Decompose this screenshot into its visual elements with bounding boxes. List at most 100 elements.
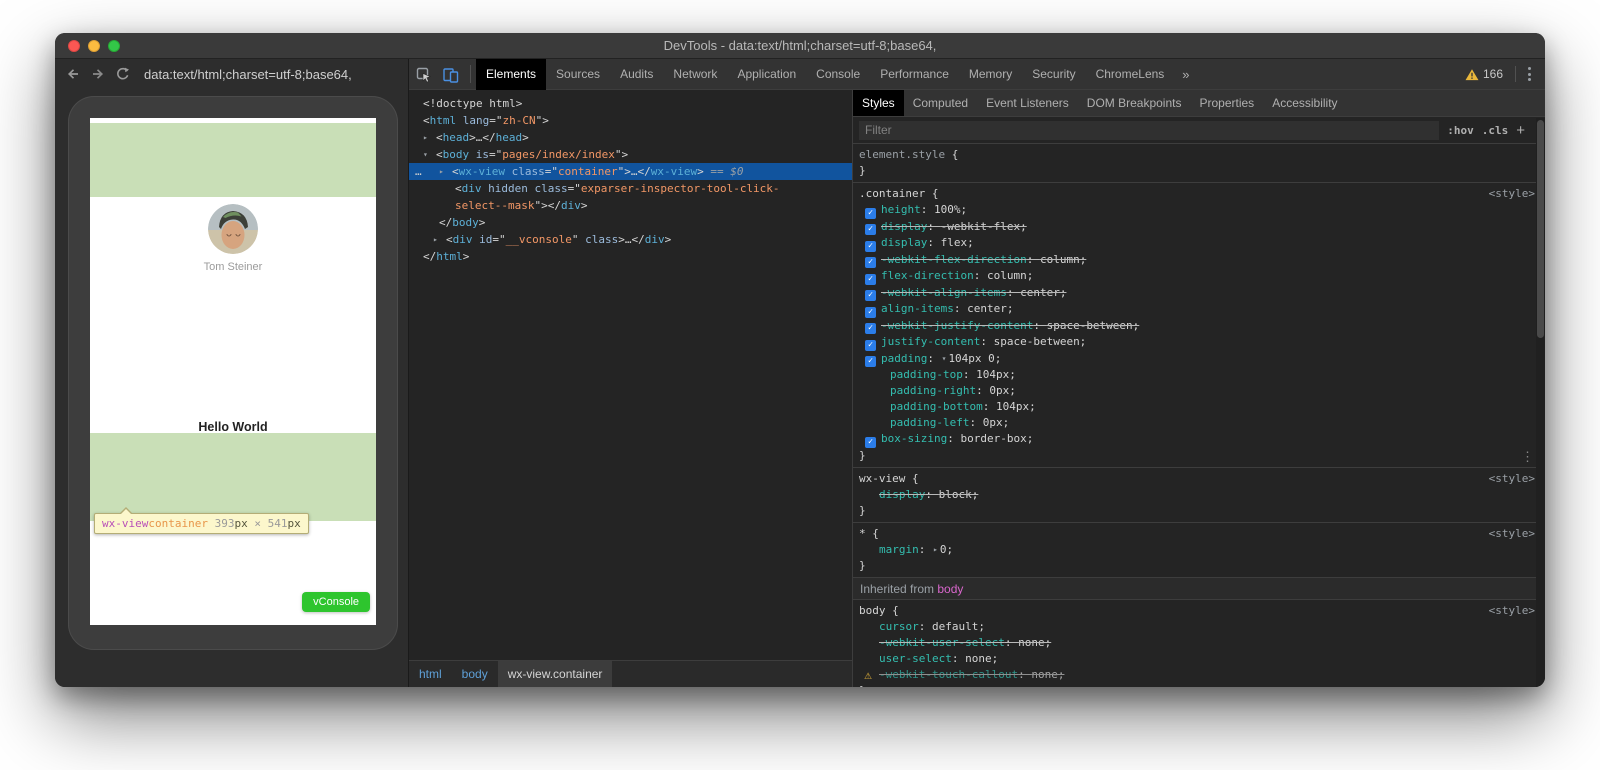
property-checkbox[interactable]: ✓ <box>865 307 876 318</box>
styles-tab-styles[interactable]: Styles <box>853 90 904 116</box>
css-property-row[interactable]: cursor: default; <box>859 619 1539 635</box>
breadcrumb-item[interactable]: body <box>452 661 498 687</box>
tab-security[interactable]: Security <box>1022 59 1085 90</box>
devtools-window: DevTools - data:text/html;charset=utf-8;… <box>55 33 1545 687</box>
tab-sources[interactable]: Sources <box>546 59 610 90</box>
dom-tree-line[interactable]: select--mask"></div> <box>409 197 852 214</box>
more-menu-icon[interactable] <box>1515 66 1545 82</box>
dom-tree-line[interactable]: ▸<head>…</head> <box>409 129 852 146</box>
styles-tab-event-listeners[interactable]: Event Listeners <box>977 90 1078 116</box>
styles-tab-accessibility[interactable]: Accessibility <box>1263 90 1346 116</box>
css-property-row[interactable]: padding-top: 104px; <box>859 367 1539 383</box>
scrollbar-thumb[interactable] <box>1537 120 1544 338</box>
css-property-row[interactable]: ✓display: flex; <box>859 235 1539 252</box>
breadcrumb-item[interactable]: wx-view.container <box>498 661 613 687</box>
tooltip-unit: px <box>234 517 247 530</box>
breadcrumb-item[interactable]: html <box>409 661 452 687</box>
css-property-row[interactable]: ⚠-webkit-touch-callout: none; <box>859 667 1539 683</box>
property-checkbox[interactable]: ✓ <box>865 340 876 351</box>
property-checkbox[interactable]: ✓ <box>865 290 876 301</box>
dom-tree-line[interactable]: ▸<div id="__vconsole" class>…</div> <box>409 231 852 248</box>
element-classes-button[interactable]: .cls <box>1482 124 1509 137</box>
avatar-image <box>208 204 258 254</box>
tabs-overflow-chevron[interactable]: » <box>1174 67 1197 82</box>
warnings-badge[interactable]: 166 <box>1455 67 1513 81</box>
new-style-rule-button[interactable]: + <box>1516 122 1525 139</box>
styles-tab-dom-breakpoints[interactable]: DOM Breakpoints <box>1078 90 1191 116</box>
tab-audits[interactable]: Audits <box>610 59 663 90</box>
css-property-row[interactable]: padding-left: 0px; <box>859 415 1539 431</box>
tab-application[interactable]: Application <box>727 59 806 90</box>
styles-tab-properties[interactable]: Properties <box>1190 90 1263 116</box>
devtools-toolbar: ElementsSourcesAuditsNetworkApplicationC… <box>409 59 1545 90</box>
browser-pane: data:text/html;charset=utf-8;base64, <box>55 59 408 687</box>
devtools-pane: ElementsSourcesAuditsNetworkApplicationC… <box>408 59 1545 687</box>
css-property-row[interactable]: -webkit-user-select: none; <box>859 635 1539 651</box>
css-property-row[interactable]: ✓flex-direction: column; <box>859 268 1539 285</box>
style-origin-link[interactable]: <style> <box>1489 604 1535 617</box>
address-bar[interactable]: data:text/html;charset=utf-8;base64, <box>144 67 352 82</box>
tab-elements[interactable]: Elements <box>476 59 546 90</box>
breadcrumb: htmlbodywx-view.container <box>409 660 852 687</box>
inherited-body-link[interactable]: body <box>937 582 963 596</box>
dom-tree-line[interactable]: …▸<wx-view class="container">…</wx-view>… <box>409 163 852 180</box>
property-checkbox[interactable]: ✓ <box>865 241 876 252</box>
css-property-row[interactable]: ✓align-items: center; <box>859 301 1539 318</box>
tab-console[interactable]: Console <box>806 59 870 90</box>
css-property-row[interactable]: ✓box-sizing: border-box; <box>859 431 1539 448</box>
rule-overflow-menu-icon[interactable]: ⋮ <box>1521 452 1534 464</box>
toggle-element-state-button[interactable]: :hov <box>1447 124 1474 137</box>
css-property-row[interactable]: user-select: none; <box>859 651 1539 667</box>
css-property-row[interactable]: ✓-webkit-justify-content: space-between; <box>859 318 1539 335</box>
style-origin-link[interactable]: <style> <box>1489 527 1535 540</box>
property-checkbox[interactable]: ✓ <box>865 257 876 268</box>
css-property-row[interactable]: ✓padding: ▾104px 0; <box>859 351 1539 368</box>
tooltip-width: 393 <box>215 517 235 530</box>
tab-memory[interactable]: Memory <box>959 59 1022 90</box>
style-origin-link[interactable]: <style> <box>1489 472 1535 485</box>
back-icon[interactable] <box>65 66 81 82</box>
device-toolbar-icon[interactable] <box>437 59 465 90</box>
css-property-row[interactable]: margin: ▸0; <box>859 542 1539 558</box>
property-checkbox[interactable]: ✓ <box>865 323 876 334</box>
inspect-tooltip: wx-viewcontainer 393px × 541px <box>94 513 309 534</box>
css-property-row[interactable]: display: block; <box>859 487 1539 503</box>
tab-network[interactable]: Network <box>663 59 727 90</box>
style-origin-link[interactable]: <style> <box>1489 187 1535 200</box>
dom-tree-line[interactable]: </body> <box>409 214 852 231</box>
css-property-row[interactable]: ✓height: 100%; <box>859 202 1539 219</box>
dom-tree: <!doctype html><html lang="zh-CN">▸<head… <box>409 90 852 660</box>
property-checkbox[interactable]: ✓ <box>865 356 876 367</box>
device-screen: Tom Steiner Hello World wx-viewcontainer… <box>90 118 376 625</box>
style-rule: body {<style>cursor: default;-webkit-use… <box>853 600 1545 688</box>
dom-tree-line[interactable]: <div hidden class="exparser-inspector-to… <box>409 180 852 197</box>
css-property-row[interactable]: ✓display: -webkit-flex; <box>859 219 1539 236</box>
styles-tab-computed[interactable]: Computed <box>904 90 977 116</box>
css-property-row[interactable]: ✓justify-content: space-between; <box>859 334 1539 351</box>
forward-icon[interactable] <box>90 66 106 82</box>
warning-icon <box>1465 68 1479 81</box>
styles-scrollbar[interactable] <box>1536 118 1545 687</box>
css-property-row[interactable]: padding-right: 0px; <box>859 383 1539 399</box>
styles-filter-row: :hov .cls + <box>853 117 1545 144</box>
dom-tree-line[interactable]: </html> <box>409 248 852 265</box>
style-rule: element.style {} <box>853 144 1545 183</box>
styles-rules: element.style {}.container {<style>✓heig… <box>853 144 1545 687</box>
styles-filter-input[interactable] <box>859 121 1439 140</box>
property-checkbox[interactable]: ✓ <box>865 224 876 235</box>
tab-performance[interactable]: Performance <box>870 59 959 90</box>
style-rule: .container {<style>✓height: 100%;✓displa… <box>853 183 1545 468</box>
css-property-row[interactable]: ✓-webkit-align-items: center; <box>859 285 1539 302</box>
css-property-row[interactable]: ✓-webkit-flex-direction: column; <box>859 252 1539 269</box>
property-checkbox[interactable]: ✓ <box>865 208 876 219</box>
reload-icon[interactable] <box>115 66 131 82</box>
property-checkbox[interactable]: ✓ <box>865 437 876 448</box>
dom-tree-line[interactable]: <!doctype html> <box>409 95 852 112</box>
dom-tree-line[interactable]: ▾<body is="pages/index/index"> <box>409 146 852 163</box>
css-property-row[interactable]: padding-bottom: 104px; <box>859 399 1539 415</box>
tab-chromelens[interactable]: ChromeLens <box>1086 59 1175 90</box>
inspect-icon[interactable] <box>409 59 437 90</box>
dom-tree-line[interactable]: <html lang="zh-CN"> <box>409 112 852 129</box>
vconsole-button[interactable]: vConsole <box>302 592 370 612</box>
property-checkbox[interactable]: ✓ <box>865 274 876 285</box>
